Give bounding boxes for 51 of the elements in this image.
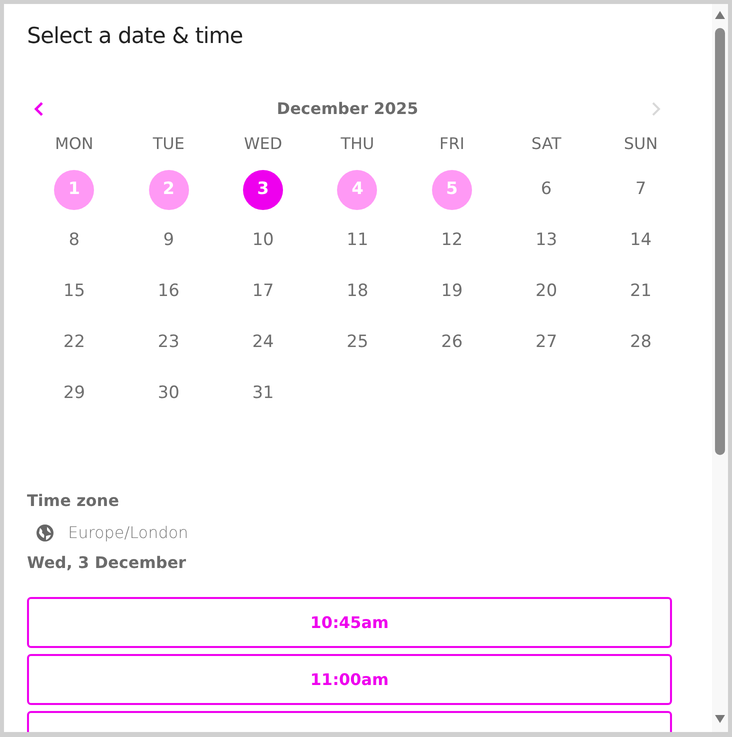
day-number: 31 <box>251 382 275 405</box>
day-number: 16 <box>156 280 180 303</box>
weekday-header: SAT <box>531 133 562 155</box>
calendar-day-button[interactable]: 5 <box>432 170 472 210</box>
day-number: 10 <box>251 228 275 252</box>
calendar-day-button[interactable]: 4 <box>337 170 378 210</box>
time-slot-button[interactable]: 10:45am <box>27 597 672 648</box>
globe-icon <box>36 524 54 542</box>
day-number: 15 <box>62 280 86 303</box>
chevron-left-icon[interactable] <box>33 101 45 117</box>
weekday-header: SUN <box>624 133 658 155</box>
day-number: 25 <box>346 330 370 354</box>
time-slot-button[interactable]: 11:00am <box>27 654 672 705</box>
day-number: 6 <box>540 178 553 201</box>
day-number: 30 <box>156 382 180 405</box>
selected-date-heading: Wed, 3 December <box>27 552 186 574</box>
day-number: 27 <box>534 330 558 354</box>
page-title: Select a date & time <box>27 23 243 51</box>
time-zone-value: Europe/London <box>68 522 188 544</box>
time-zone-label: Time zone <box>27 490 120 512</box>
day-number: 21 <box>628 280 653 303</box>
month-label: December 2025 <box>276 98 418 120</box>
day-number: 22 <box>62 330 86 354</box>
day-number: 26 <box>440 330 464 354</box>
scrollbar-thumb[interactable] <box>715 28 725 455</box>
day-number: 20 <box>534 280 558 303</box>
day-number: 13 <box>534 228 558 252</box>
day-number: 14 <box>628 228 653 252</box>
weekday-header: THU <box>340 133 374 155</box>
day-number: 9 <box>162 228 176 252</box>
day-number: 19 <box>440 280 464 303</box>
calendar-day-button[interactable]: 2 <box>148 170 189 210</box>
day-number: 12 <box>440 228 464 252</box>
weekday-header: MON <box>55 133 94 155</box>
day-number: 18 <box>346 280 370 303</box>
weekday-header: FRI <box>439 133 464 155</box>
day-number: 17 <box>251 280 275 303</box>
weekday-header: WED <box>244 133 282 155</box>
day-number: 7 <box>634 178 648 201</box>
calendar-day-button[interactable]: 1 <box>54 170 94 210</box>
day-number: 11 <box>346 228 370 252</box>
day-number: 28 <box>628 330 653 354</box>
scroll-up-icon[interactable] <box>715 11 725 19</box>
day-number: 8 <box>68 228 81 252</box>
scrollbar[interactable] <box>712 4 728 732</box>
day-number: 24 <box>251 330 275 354</box>
scroll-down-icon[interactable] <box>715 715 725 723</box>
weekday-header: TUE <box>152 133 184 155</box>
day-number: 23 <box>156 330 180 354</box>
day-number: 29 <box>62 382 86 405</box>
calendar-day-button[interactable]: 3 <box>243 170 284 210</box>
